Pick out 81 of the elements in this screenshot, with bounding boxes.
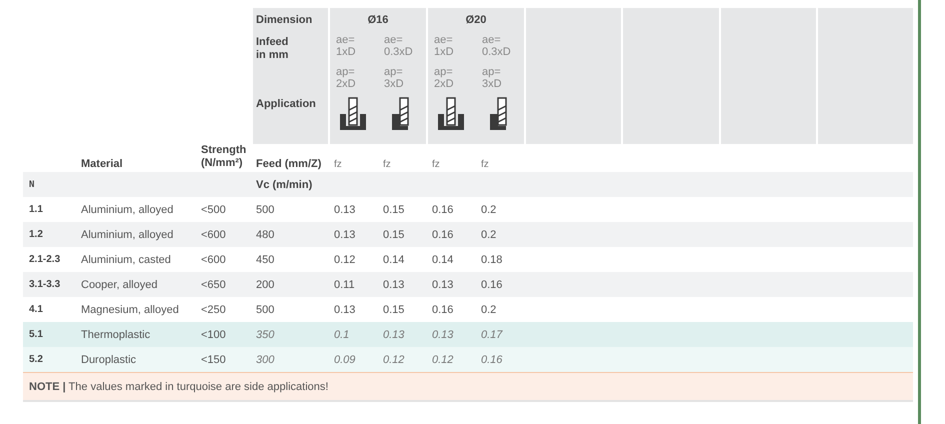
unit-label: fz	[333, 159, 343, 170]
table-cell-text: 2.1-2.3	[28, 254, 62, 265]
table-cell-text: 300	[255, 354, 276, 366]
table-cell-text: 0.12	[431, 354, 454, 366]
dimension-label: Dimension	[256, 14, 314, 28]
application-label: Application	[256, 98, 317, 111]
table-cell-text: Magnesium, alloyed	[80, 304, 180, 316]
table-cell-text: 200	[255, 278, 276, 290]
table-cell-text: 0.16	[480, 354, 504, 366]
table-cell-text: 0.2	[480, 204, 498, 216]
table-cell-text: 0.1	[333, 328, 350, 340]
table-cell-text: 0.2	[480, 304, 498, 316]
column-header: Feed (mm/Z)	[255, 158, 322, 170]
table-cell-text: 0.15	[382, 304, 406, 316]
table-cell-text: 0.16	[431, 204, 454, 216]
table-cell-text: 0.09	[333, 354, 356, 366]
unit-label: fz	[431, 159, 441, 170]
table-cell-text: 0.13	[382, 328, 406, 340]
table-cell-text: 4.1	[28, 304, 44, 315]
table-cell-text: 480	[255, 228, 276, 240]
slot-milling-icon	[436, 96, 466, 132]
table-cell-text: Aluminium, casted	[80, 254, 172, 266]
table-cell-text: 5.1	[28, 329, 44, 340]
slot-milling-icon	[338, 96, 368, 132]
infeed-label: Infeed in mm	[256, 36, 290, 63]
table-cell-text: Aluminium, alloyed	[80, 228, 174, 240]
table-cell-text: 0.15	[382, 204, 406, 216]
table-cell-text: <150	[200, 354, 227, 366]
table-cell-text: 0.13	[431, 278, 454, 290]
infeed-value: ap= 3xD	[482, 66, 503, 92]
table-cell-text: Vc (m/min)	[255, 178, 314, 190]
table-cell-text: 3.1-3.3	[28, 279, 62, 290]
table-cell-text: 1.1	[28, 204, 44, 215]
table-cell-text: 500	[255, 204, 276, 216]
infeed-value: ae= 1xD	[336, 34, 357, 60]
table-cell-text: N	[28, 180, 36, 190]
unit-label: fz	[480, 159, 490, 170]
infeed-value: ae= 1xD	[434, 34, 455, 60]
table-cell-text: 0.13	[431, 328, 454, 340]
table-cell-text: 1.2	[28, 229, 44, 240]
table-cell-text: 0.13	[333, 304, 356, 316]
infeed-value: ap= 2xD	[336, 66, 357, 92]
table-cell-text: Thermoplastic	[80, 328, 152, 340]
table-cell-text: Aluminium, alloyed	[80, 204, 174, 216]
table-cell-text: Duroplastic	[80, 354, 138, 366]
table-cell-text: 0.14	[431, 254, 454, 266]
table-cell-text: <600	[200, 228, 227, 240]
table-cell-text: 0.12	[333, 254, 356, 266]
note-text: NOTE | The values marked in turquoise are side applications!	[29, 380, 328, 392]
table-cell-text: <100	[200, 328, 227, 340]
table-cell-text: 0.13	[382, 278, 406, 290]
table-cell-text: 0.15	[382, 228, 406, 240]
table-cell-text: Cooper, alloyed	[80, 278, 158, 290]
table-cell-text: <650	[200, 278, 227, 290]
table-cell-text: 0.18	[480, 254, 504, 266]
diameter-label: Ø16	[366, 14, 390, 28]
table-cell-text: 0.2	[480, 228, 498, 240]
table-cell-text: 0.13	[333, 228, 356, 240]
infeed-value: ap= 2xD	[434, 66, 455, 92]
column-header: Material	[80, 158, 124, 170]
unit-label: fz	[382, 159, 392, 170]
diameter-label: Ø20	[464, 14, 488, 28]
table-cell-text: 0.11	[333, 278, 356, 290]
infeed-value: ae= 0.3xD	[482, 34, 512, 60]
table-cell-text: 450	[255, 254, 276, 266]
infeed-value: ap= 3xD	[384, 66, 405, 92]
table-cell-text: 350	[255, 328, 276, 340]
table-cell-text: <500	[200, 204, 227, 216]
table-cell-text: 0.14	[382, 254, 406, 266]
infeed-value: ae= 0.3xD	[384, 34, 414, 60]
table-cell-text: 0.17	[480, 328, 504, 340]
table-cell-text: 0.16	[480, 278, 504, 290]
table-cell-text: 0.16	[431, 304, 454, 316]
table-cell-text: 0.13	[333, 204, 356, 216]
table-cell-text: <250	[200, 304, 227, 316]
table-cell-text: <600	[200, 254, 227, 266]
table-cell-text: 5.2	[28, 354, 44, 365]
table-cell-text: 500	[255, 304, 276, 316]
column-header: Strength (N/mm²)	[200, 144, 248, 170]
table-cell-text: 0.12	[382, 354, 406, 366]
table-cell-text: 0.16	[431, 228, 454, 240]
